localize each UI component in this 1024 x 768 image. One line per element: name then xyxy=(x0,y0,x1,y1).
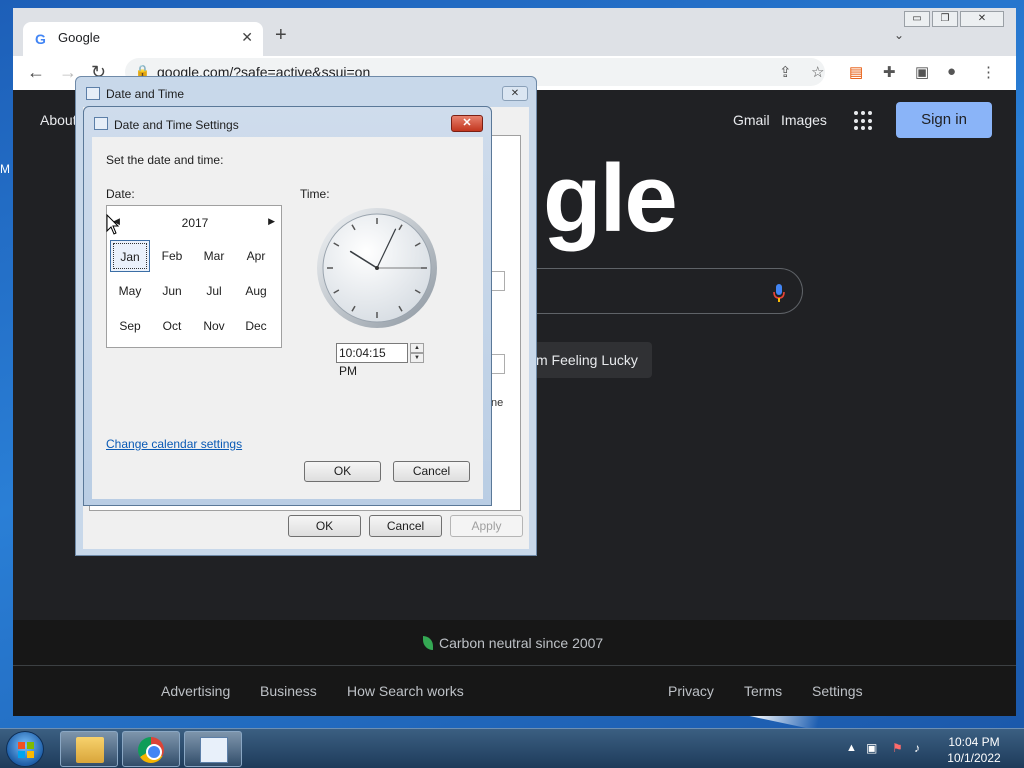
instruction-label: Set the date and time: xyxy=(106,153,224,167)
calendar-year[interactable]: 2017 xyxy=(107,216,283,230)
side-panel-icon[interactable]: ▣ xyxy=(915,63,929,81)
footer-links-bar: Advertising Business How Search works Pr… xyxy=(13,666,1016,716)
time-input[interactable]: 10:04:15 PM xyxy=(336,343,408,378)
calendar-picker: ◀ 2017 ▶ Jan Feb Mar Apr May Jun Jul Aug Sep Oct N… xyxy=(106,205,282,348)
month-may[interactable]: May xyxy=(110,275,150,307)
taskbar: ▲ ▣ ⚑ ♪ 10:04 PM 10/1/2022 xyxy=(0,728,1024,768)
settings-calendar-clock-icon xyxy=(94,117,108,130)
sign-in-button[interactable]: Sign in xyxy=(896,102,992,138)
month-jan[interactable]: Jan xyxy=(110,240,150,272)
time-spinner: ▲ ▼ xyxy=(410,343,424,363)
restore-button[interactable]: ❐ xyxy=(932,11,958,27)
google-logo: gle xyxy=(543,145,678,252)
time-down-icon[interactable]: ▼ xyxy=(410,353,424,363)
back-arrow-icon[interactable]: ← xyxy=(27,62,45,83)
share-icon[interactable]: ⇪ xyxy=(779,63,792,81)
date-time-settings-dialog: Date and Time Settings ✕ Set the date an… xyxy=(83,106,492,506)
date-time-title: Date and Time xyxy=(106,87,185,101)
taskbar-date: 10/1/2022 xyxy=(947,751,1001,765)
taskbar-explorer[interactable] xyxy=(60,731,118,767)
month-jun[interactable]: Jun xyxy=(152,275,192,307)
leaf-icon xyxy=(423,636,433,650)
taskbar-clock[interactable]: 10:04 PM 10/1/2022 xyxy=(940,734,1008,766)
profile-avatar-icon[interactable]: ● xyxy=(947,63,956,80)
google-apps-grid-icon[interactable] xyxy=(854,111,874,131)
desktop-edge-text: M xyxy=(0,162,10,176)
date-time-titlebar[interactable]: Date and Time ✕ xyxy=(76,77,536,109)
settings-ok-button[interactable]: OK xyxy=(304,461,381,482)
outer-apply-button[interactable]: Apply xyxy=(450,515,523,537)
hidden-text-fragment: ne xyxy=(491,397,504,409)
tray-expand-icon[interactable]: ▲ xyxy=(846,742,857,754)
carbon-neutral-label: Carbon neutral since 2007 xyxy=(439,635,604,651)
feeling-lucky-button[interactable]: m Feeling Lucky xyxy=(526,342,652,378)
taskbar-chrome[interactable] xyxy=(122,731,180,767)
search-box[interactable] xyxy=(503,268,803,314)
mouse-cursor-icon xyxy=(106,214,120,235)
tab-title: Google xyxy=(58,30,100,45)
month-aug[interactable]: Aug xyxy=(236,275,276,307)
settings-close-button[interactable]: ✕ xyxy=(451,115,483,132)
folder-icon xyxy=(76,737,104,763)
microphone-icon[interactable] xyxy=(773,283,785,303)
analog-clock xyxy=(317,208,437,328)
action-center-flag-icon[interactable]: ⚑ xyxy=(892,741,906,755)
start-button[interactable] xyxy=(6,731,44,767)
settings-body: Set the date and time: Date: Time: ◀ 201… xyxy=(92,137,483,499)
date-time-app-icon xyxy=(200,737,228,763)
hidden-change-timezone-edge xyxy=(491,354,505,374)
chrome-menu-icon[interactable]: ⋮ xyxy=(981,63,996,81)
footer-link-how-search-works[interactable]: How Search works xyxy=(347,683,464,699)
minimize-button[interactable]: ▭ xyxy=(904,11,930,27)
month-mar[interactable]: Mar xyxy=(194,240,234,272)
settings-title: Date and Time Settings xyxy=(114,118,239,132)
hidden-change-button-edge xyxy=(491,271,505,291)
date-time-close-button[interactable]: ✕ xyxy=(502,86,528,101)
month-feb[interactable]: Feb xyxy=(152,240,192,272)
volume-icon[interactable]: ♪ xyxy=(914,741,928,755)
month-dec[interactable]: Dec xyxy=(236,310,276,342)
extensions-puzzle-icon[interactable]: ✚ xyxy=(883,63,896,81)
date-label: Date: xyxy=(106,187,135,201)
time-up-icon[interactable]: ▲ xyxy=(410,343,424,353)
tab-search-chevron-icon[interactable]: ⌄ xyxy=(894,28,904,42)
time-label: Time: xyxy=(300,187,330,201)
next-year-icon[interactable]: ▶ xyxy=(268,216,275,227)
settings-cancel-button[interactable]: Cancel xyxy=(393,461,470,482)
outer-ok-button[interactable]: OK xyxy=(288,515,361,537)
windows-logo-icon xyxy=(18,742,34,758)
outer-cancel-button[interactable]: Cancel xyxy=(369,515,442,537)
month-oct[interactable]: Oct xyxy=(152,310,192,342)
footer-link-business[interactable]: Business xyxy=(260,683,317,699)
footer-link-privacy[interactable]: Privacy xyxy=(668,683,714,699)
footer-link-advertising[interactable]: Advertising xyxy=(161,683,230,699)
taskbar-time: 10:04 PM xyxy=(948,735,1000,749)
month-nov[interactable]: Nov xyxy=(194,310,234,342)
extension-chart-icon[interactable]: ▤ xyxy=(849,63,863,81)
gmail-link[interactable]: Gmail xyxy=(733,112,770,128)
about-link[interactable]: About xyxy=(40,112,77,128)
network-icon[interactable]: ▣ xyxy=(866,741,880,755)
window-controls: ▭ ❐ ✕ xyxy=(902,11,1004,27)
month-apr[interactable]: Apr xyxy=(236,240,276,272)
footer-link-settings[interactable]: Settings xyxy=(812,683,863,699)
footer-carbon-bar: Carbon neutral since 2007 xyxy=(13,620,1016,666)
calendar-clock-icon xyxy=(86,87,100,100)
carbon-neutral-text: Carbon neutral since 2007 xyxy=(423,635,603,651)
footer-link-terms[interactable]: Terms xyxy=(744,683,782,699)
tab-close-icon[interactable]: ✕ xyxy=(241,29,253,46)
images-link[interactable]: Images xyxy=(781,112,827,128)
window-close-button[interactable]: ✕ xyxy=(960,11,1004,27)
month-jul[interactable]: Jul xyxy=(194,275,234,307)
tab-google[interactable]: G Google ✕ xyxy=(23,22,263,56)
chrome-icon xyxy=(138,737,164,763)
new-tab-button[interactable]: + xyxy=(275,24,287,47)
taskbar-date-time[interactable] xyxy=(184,731,242,767)
month-sep[interactable]: Sep xyxy=(110,310,150,342)
google-favicon-icon: G xyxy=(35,31,46,47)
bookmark-star-icon[interactable]: ☆ xyxy=(811,63,824,81)
change-calendar-settings-link[interactable]: Change calendar settings xyxy=(106,437,242,451)
